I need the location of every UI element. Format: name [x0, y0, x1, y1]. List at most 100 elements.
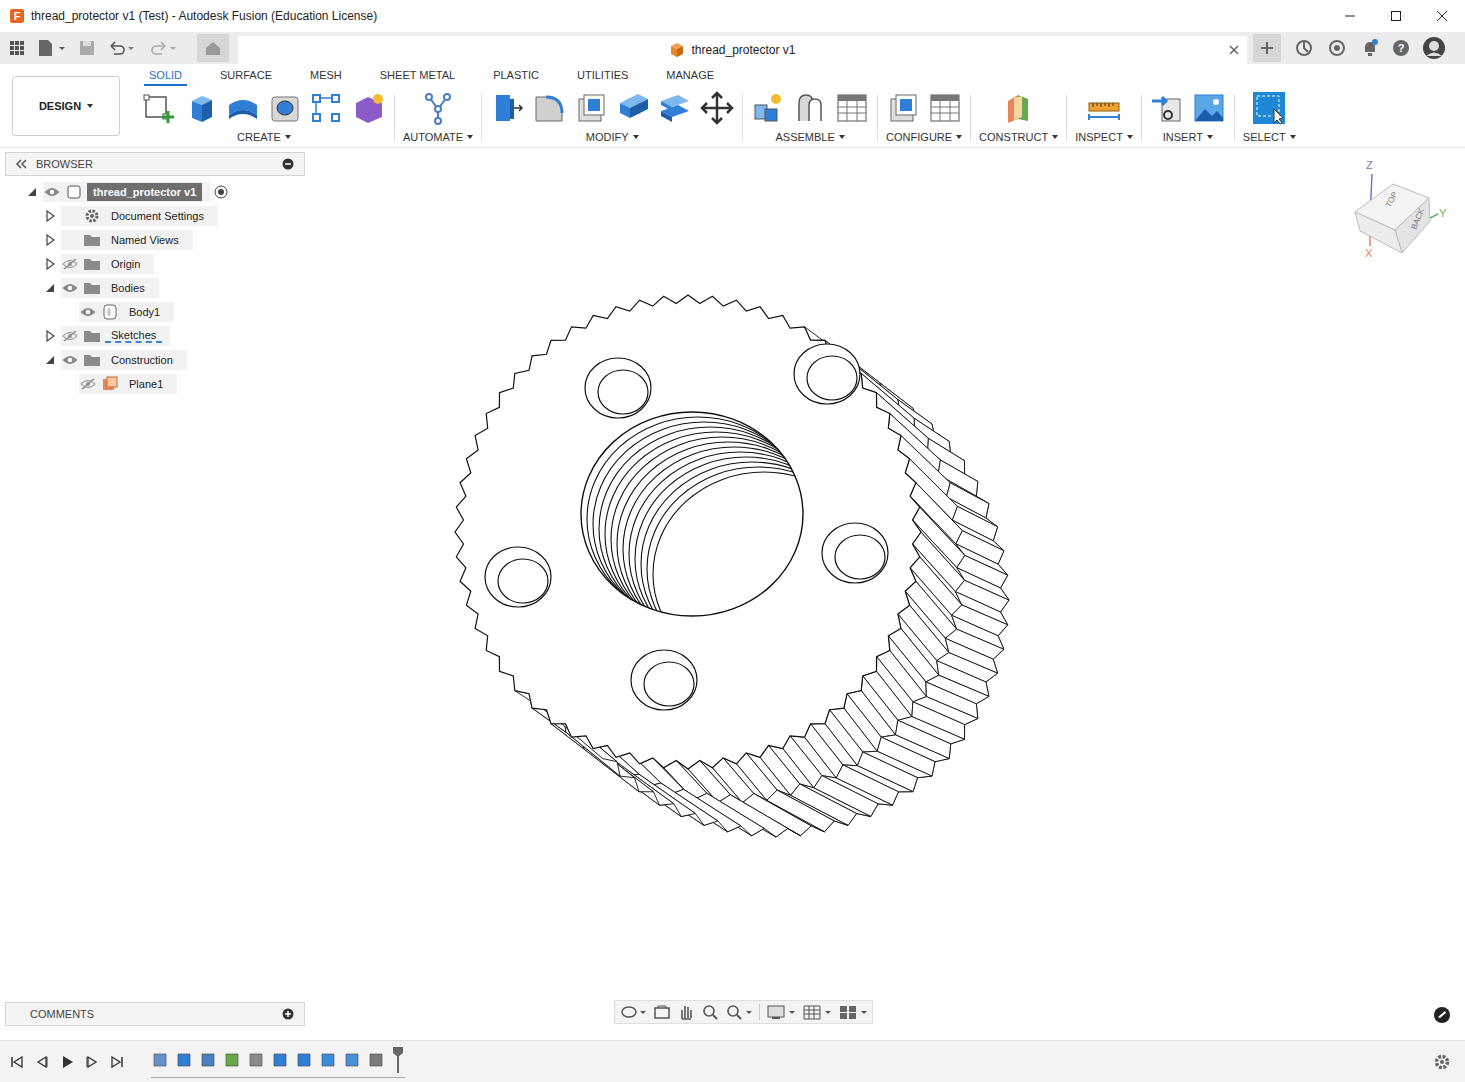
- expanded-icon[interactable]: [26, 186, 38, 198]
- pan-icon[interactable]: [677, 1003, 695, 1021]
- timeline-feature-icon[interactable]: [175, 1051, 193, 1069]
- timeline-feature-icon[interactable]: [247, 1051, 265, 1069]
- new-tab-button[interactable]: [1253, 34, 1281, 62]
- browser-item-label[interactable]: Body1: [123, 306, 166, 318]
- shell-icon[interactable]: [886, 91, 920, 125]
- timeline-feature-icon[interactable]: [151, 1051, 169, 1069]
- close-icon[interactable]: [1419, 0, 1465, 32]
- press-icon[interactable]: [490, 91, 524, 125]
- table-icon[interactable]: [928, 91, 962, 125]
- feedback-icon[interactable]: [1433, 1006, 1451, 1024]
- cyl-icon[interactable]: [226, 91, 260, 125]
- add-comment-icon[interactable]: [282, 1008, 294, 1020]
- eye-hidden-icon[interactable]: [62, 258, 78, 270]
- hole-icon[interactable]: [268, 91, 302, 125]
- timeline-feature-icon[interactable]: [223, 1051, 241, 1069]
- browser-item[interactable]: Sketches: [5, 324, 305, 348]
- timeline-settings-gear-icon[interactable]: [1433, 1053, 1451, 1071]
- model-canvas[interactable]: BROWSER thread_protector v1 Document Set…: [0, 148, 1465, 1040]
- eye-icon[interactable]: [44, 186, 60, 198]
- collapsed-icon[interactable]: [44, 330, 56, 342]
- eye-icon[interactable]: [62, 354, 78, 366]
- orbit-icon[interactable]: [619, 1003, 647, 1021]
- home-tab[interactable]: [197, 34, 229, 62]
- timeline-feature-icon[interactable]: [199, 1051, 217, 1069]
- ribbon-tab[interactable]: PLASTIC: [488, 69, 544, 86]
- redo-icon[interactable]: [147, 38, 181, 58]
- eye-hidden-icon[interactable]: [80, 378, 96, 390]
- last-step-icon[interactable]: [109, 1054, 125, 1070]
- browser-item-label[interactable]: Origin: [105, 258, 146, 270]
- browser-item-label[interactable]: Plane1: [123, 378, 169, 390]
- timeline-feature-icon[interactable]: [343, 1051, 361, 1069]
- browser-item-label[interactable]: Named Views: [105, 234, 185, 246]
- tool-group-label[interactable]: MODIFY: [586, 128, 639, 143]
- collapsed-icon[interactable]: [44, 210, 56, 222]
- viewcube-face-label[interactable]: BACK: [1410, 207, 1427, 231]
- close-tab-icon[interactable]: [1227, 43, 1241, 57]
- browser-item-label[interactable]: Sketches: [105, 329, 162, 343]
- browser-item[interactable]: Origin: [5, 252, 305, 276]
- shell-icon[interactable]: [574, 91, 608, 125]
- look-at-icon[interactable]: [653, 1003, 671, 1021]
- minimize-panel-icon[interactable]: [282, 158, 294, 170]
- split-icon[interactable]: [658, 91, 692, 125]
- form-icon[interactable]: [352, 91, 386, 125]
- timeline-marker-icon[interactable]: [391, 1045, 405, 1075]
- next-step-icon[interactable]: [84, 1054, 100, 1070]
- browser-item[interactable]: Document Settings: [5, 204, 305, 228]
- browser-item[interactable]: Bodies: [5, 276, 305, 300]
- tool-group-label[interactable]: CREATE: [237, 128, 291, 143]
- sketch-icon[interactable]: [142, 91, 176, 125]
- file-menu-icon[interactable]: [35, 38, 69, 58]
- document-tab-label[interactable]: thread_protector v1: [691, 43, 795, 57]
- help-icon[interactable]: ?: [1393, 40, 1409, 56]
- active-component-icon[interactable]: [214, 185, 228, 199]
- fit-icon[interactable]: [725, 1003, 753, 1021]
- thread-protector-model[interactable]: [0, 148, 1465, 1040]
- app-grid-icon[interactable]: [7, 38, 27, 58]
- play-icon[interactable]: [59, 1054, 75, 1070]
- newcomp-icon[interactable]: [751, 91, 785, 125]
- tool-group-label[interactable]: SELECT: [1243, 128, 1296, 143]
- browser-item[interactable]: Plane1: [5, 372, 305, 396]
- first-step-icon[interactable]: [9, 1054, 25, 1070]
- display-settings-icon[interactable]: [766, 1003, 796, 1021]
- undo-icon[interactable]: [105, 38, 139, 58]
- tool-group-label[interactable]: CONFIGURE: [886, 128, 962, 143]
- collapse-panel-icon[interactable]: [14, 158, 28, 170]
- select-icon[interactable]: [1252, 91, 1286, 125]
- box-icon[interactable]: [184, 91, 218, 125]
- timeline-feature-icon[interactable]: [295, 1051, 313, 1069]
- ruler-icon[interactable]: [1087, 91, 1121, 125]
- maximize-icon[interactable]: [1373, 0, 1419, 32]
- user-avatar-icon[interactable]: [1422, 36, 1446, 60]
- collapsed-icon[interactable]: [44, 258, 56, 270]
- notifications-icon[interactable]: [1360, 38, 1380, 58]
- previous-step-icon[interactable]: [34, 1054, 50, 1070]
- document-tab[interactable]: thread_protector v1: [238, 36, 1247, 64]
- move-icon[interactable]: [700, 91, 734, 125]
- minimize-icon[interactable]: [1327, 0, 1373, 32]
- job-status-icon[interactable]: [1327, 38, 1347, 58]
- browser-item-label[interactable]: Document Settings: [105, 210, 210, 222]
- image-icon[interactable]: [1192, 91, 1226, 125]
- eye-icon[interactable]: [80, 306, 96, 318]
- pattern-icon[interactable]: [310, 91, 344, 125]
- timeline-feature-icon[interactable]: [271, 1051, 289, 1069]
- tool-group-label[interactable]: CONSTRUCT: [979, 128, 1058, 143]
- browser-item[interactable]: Body1: [5, 300, 305, 324]
- browser-item[interactable]: Construction: [5, 348, 305, 372]
- timeline-feature-icon[interactable]: [367, 1051, 385, 1069]
- collapsed-icon[interactable]: [44, 234, 56, 246]
- workspace-switcher[interactable]: DESIGN: [12, 76, 120, 136]
- automate-icon[interactable]: [421, 91, 455, 125]
- ribbon-tab[interactable]: SURFACE: [215, 69, 277, 86]
- tool-group-label[interactable]: INSERT: [1163, 128, 1213, 143]
- tool-group-label[interactable]: AUTOMATE: [403, 128, 473, 143]
- table-icon[interactable]: [835, 91, 869, 125]
- eye-icon[interactable]: [62, 282, 78, 294]
- ribbon-tab[interactable]: SOLID: [144, 69, 187, 86]
- ribbon-tab[interactable]: SHEET METAL: [375, 69, 460, 86]
- save-icon[interactable]: [77, 38, 97, 58]
